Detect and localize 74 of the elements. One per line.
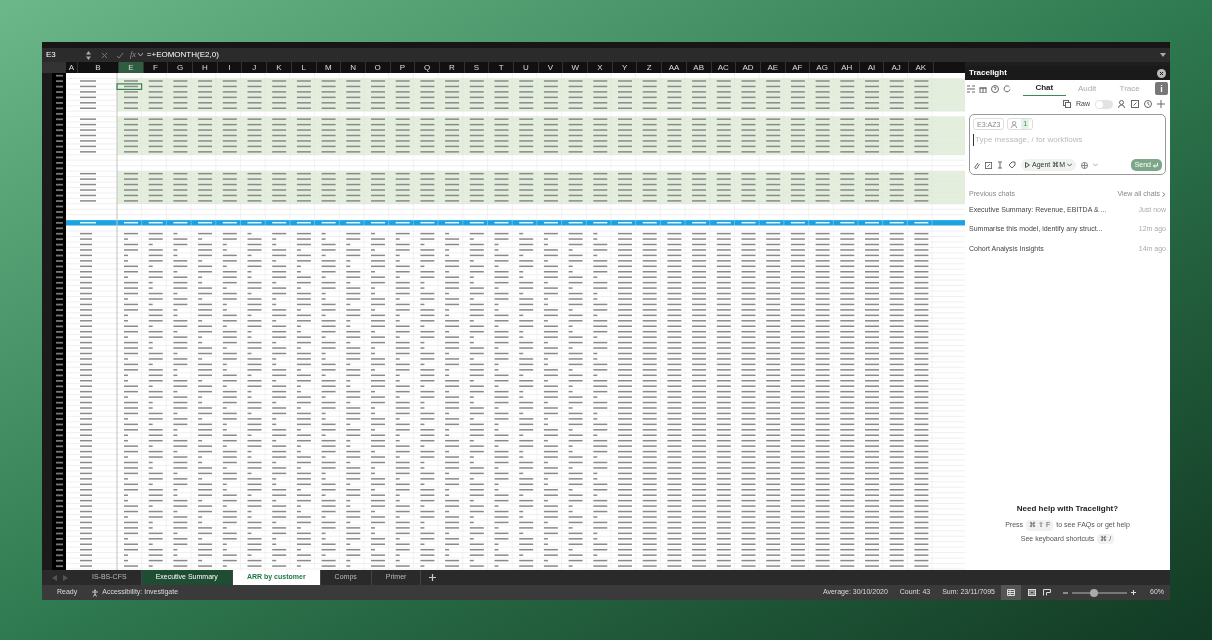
chevron-icon [1162, 191, 1166, 197]
column-header[interactable]: B [95, 61, 101, 74]
column-header[interactable]: W [571, 61, 579, 74]
column-header[interactable]: I [228, 61, 231, 74]
column-header[interactable]: AJ [891, 61, 901, 74]
column-header[interactable]: AF [792, 61, 803, 74]
zoom-in-icon[interactable] [1131, 590, 1136, 595]
refresh-icon[interactable] [1003, 84, 1011, 93]
column-header[interactable]: AK [915, 61, 927, 74]
add-sheet-icon[interactable] [429, 574, 437, 581]
tag-icon[interactable] [1008, 161, 1016, 169]
column-header[interactable]: AC [717, 61, 729, 74]
history-icon[interactable] [1144, 100, 1152, 108]
plus-icon[interactable] [1157, 100, 1165, 108]
column-header[interactable]: A [68, 61, 75, 74]
column-header[interactable]: M [325, 61, 332, 74]
name-box[interactable]: E3 [42, 49, 86, 61]
column-header[interactable]: R [448, 61, 455, 74]
panel-tab[interactable]: Chat [1023, 81, 1066, 96]
column-header[interactable]: AG [816, 61, 828, 74]
column-header[interactable]: U [522, 61, 529, 74]
help-icon[interactable] [991, 84, 999, 93]
column-header[interactable]: T [498, 61, 504, 74]
column-header[interactable]: N [350, 61, 356, 74]
column-header[interactable]: G [177, 61, 184, 74]
column-header[interactable]: H [202, 61, 208, 74]
zoom-out-icon[interactable] [1063, 591, 1068, 594]
column-header[interactable]: AD [742, 61, 754, 74]
accessibility-icon[interactable] [91, 588, 100, 597]
page-layout-icon[interactable] [1028, 589, 1036, 596]
paperclip-icon[interactable] [973, 161, 980, 169]
column-header[interactable]: K [276, 61, 282, 74]
enter-icon [1153, 162, 1158, 168]
column-header[interactable]: X [597, 61, 603, 74]
normal-view-button[interactable] [1001, 585, 1021, 600]
column-header[interactable]: AE [767, 61, 779, 74]
user-icon [1011, 120, 1019, 128]
user-icon[interactable] [1118, 100, 1126, 108]
function-button[interactable]: fx [130, 49, 136, 61]
raw-toggle[interactable] [1095, 99, 1113, 109]
column-header[interactable]: O [374, 61, 381, 74]
column-header[interactable]: L [301, 61, 306, 74]
check-icon[interactable] [116, 51, 124, 59]
edit-icon[interactable] [1131, 100, 1139, 108]
column-header[interactable]: P [399, 61, 406, 74]
table-icon [1007, 589, 1015, 596]
cancel-icon[interactable] [101, 51, 108, 59]
zoom-slider[interactable] [1072, 587, 1127, 598]
column-header[interactable]: J [252, 61, 257, 74]
copy-icon[interactable] [1063, 100, 1071, 108]
column-header[interactable]: AH [841, 61, 853, 74]
zoom-slider-thumb[interactable] [1089, 588, 1098, 597]
column-header[interactable]: F [153, 61, 158, 74]
page-break-icon[interactable] [1043, 589, 1051, 596]
play-icon [1025, 162, 1030, 168]
column-header[interactable]: AA [668, 61, 680, 74]
help-heading: Need help with Tracelight? [1016, 503, 1119, 515]
column-header[interactable]: AB [693, 61, 704, 74]
info-icon[interactable] [1155, 82, 1168, 95]
close-icon[interactable] [1157, 68, 1166, 78]
caret-icon[interactable] [137, 53, 143, 57]
column-header[interactable]: AI [867, 61, 876, 74]
spinner-icon[interactable] [86, 50, 91, 60]
edit-icon[interactable] [985, 161, 992, 169]
expand-icon[interactable] [1160, 53, 1166, 57]
column-header[interactable]: Q [423, 61, 431, 74]
panel-title: Tracelight [969, 67, 1007, 79]
globe-icon[interactable] [1081, 161, 1089, 169]
column-header[interactable]: Y [621, 61, 628, 74]
caret-icon [1067, 163, 1073, 167]
formula-field[interactable]: =+EOMONTH(E2,0) [146, 49, 1160, 61]
column-header[interactable]: V [547, 61, 554, 74]
column-header[interactable]: Z [646, 61, 652, 74]
column-header[interactable]: S [473, 61, 480, 74]
